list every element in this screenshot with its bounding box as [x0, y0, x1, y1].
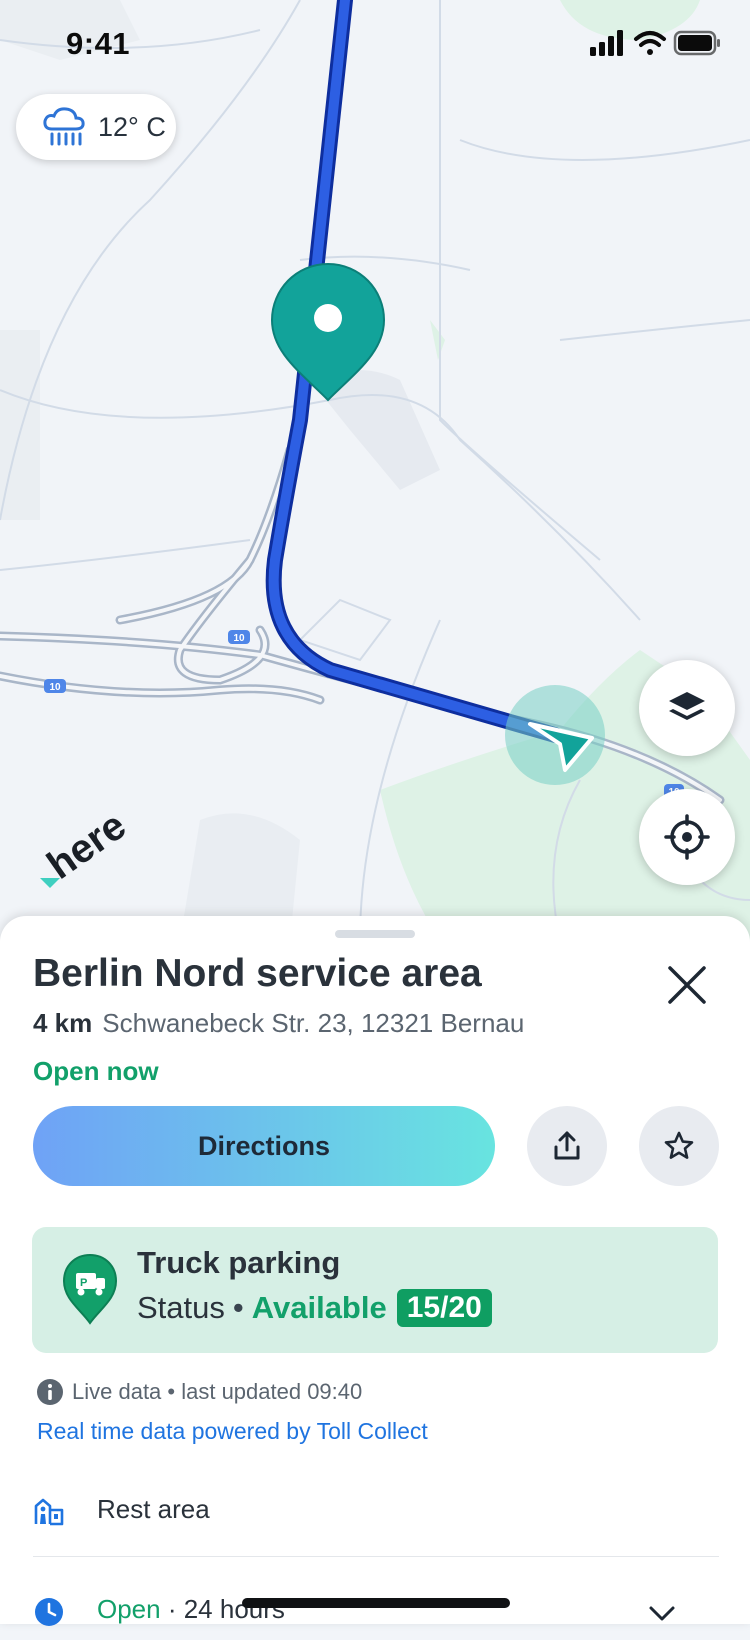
availability-label: Available [251, 1290, 387, 1325]
distance-label: 4 km [33, 1008, 93, 1038]
live-data-text: Live data • last updated 09:40 [72, 1379, 363, 1404]
opening-hours-row[interactable]: Open · 24 hours [33, 1580, 719, 1640]
address-label: Schwanebeck Str. 23, 12321 Bernau [102, 1008, 525, 1038]
signal-icon [590, 30, 623, 56]
temperature-label: 12° C [98, 111, 166, 142]
close-icon[interactable] [660, 958, 714, 1012]
rest-area-label: Rest area [97, 1494, 210, 1524]
directions-button[interactable]: Directions [33, 1106, 495, 1186]
road-shield-label: 10 [233, 633, 245, 644]
svg-text:P: P [80, 1277, 87, 1289]
truck-parking-status: Status • Available 15/20 [137, 1289, 492, 1327]
share-icon [554, 1131, 580, 1160]
weather-chip[interactable]: 12° C [16, 94, 176, 160]
chevron-down-icon[interactable] [647, 1604, 677, 1624]
info-icon[interactable] [36, 1378, 64, 1406]
capacity-badge: 15/20 [396, 1289, 492, 1327]
status-icons [590, 30, 722, 63]
battery-icon [673, 30, 720, 56]
rest-area-icon [34, 1498, 64, 1526]
rest-area-row[interactable]: Rest area [33, 1472, 719, 1557]
truck-parking-title: Truck parking [137, 1245, 341, 1280]
live-data-row: Live data • last updated 09:40 [36, 1378, 362, 1406]
favorite-button[interactable] [639, 1106, 719, 1186]
svg-text:here: here [39, 808, 128, 888]
truck-parking-card[interactable]: P Truck parking Status • Available 15/20 [32, 1227, 718, 1353]
recenter-button[interactable] [639, 789, 735, 885]
toll-collect-link[interactable]: Real time data powered by Toll Collect [37, 1418, 428, 1445]
rain-cloud-icon [43, 107, 85, 146]
home-indicator[interactable] [242, 1598, 510, 1608]
open-status: Open now [33, 1056, 159, 1086]
status-label: Status [137, 1290, 225, 1325]
status-bar: 9:41 [0, 0, 750, 90]
address-line: 4 km Schwanebeck Str. 23, 12321 Bernau [33, 1008, 524, 1039]
layers-icon [669, 692, 705, 720]
map-layers-button[interactable] [639, 660, 735, 756]
status-time: 9:41 [66, 26, 131, 61]
share-button[interactable] [527, 1106, 607, 1186]
star-icon [664, 1131, 694, 1159]
sheet-grabber[interactable] [335, 930, 415, 938]
place-details-sheet[interactable]: Berlin Nord service area 4 km Schwanebeck… [0, 916, 750, 1626]
status-separator: • [232, 1290, 244, 1325]
crosshair-icon [664, 814, 710, 860]
map-view[interactable]: 101010 9:41 [0, 0, 750, 940]
here-logo: here [39, 808, 128, 888]
clock-icon [35, 1598, 63, 1626]
place-title: Berlin Nord service area [33, 952, 482, 995]
hours-open-label: Open [97, 1594, 161, 1624]
wifi-icon [634, 31, 666, 55]
truck-parking-icon: P [62, 1253, 118, 1325]
road-shield-label: 10 [49, 682, 61, 693]
